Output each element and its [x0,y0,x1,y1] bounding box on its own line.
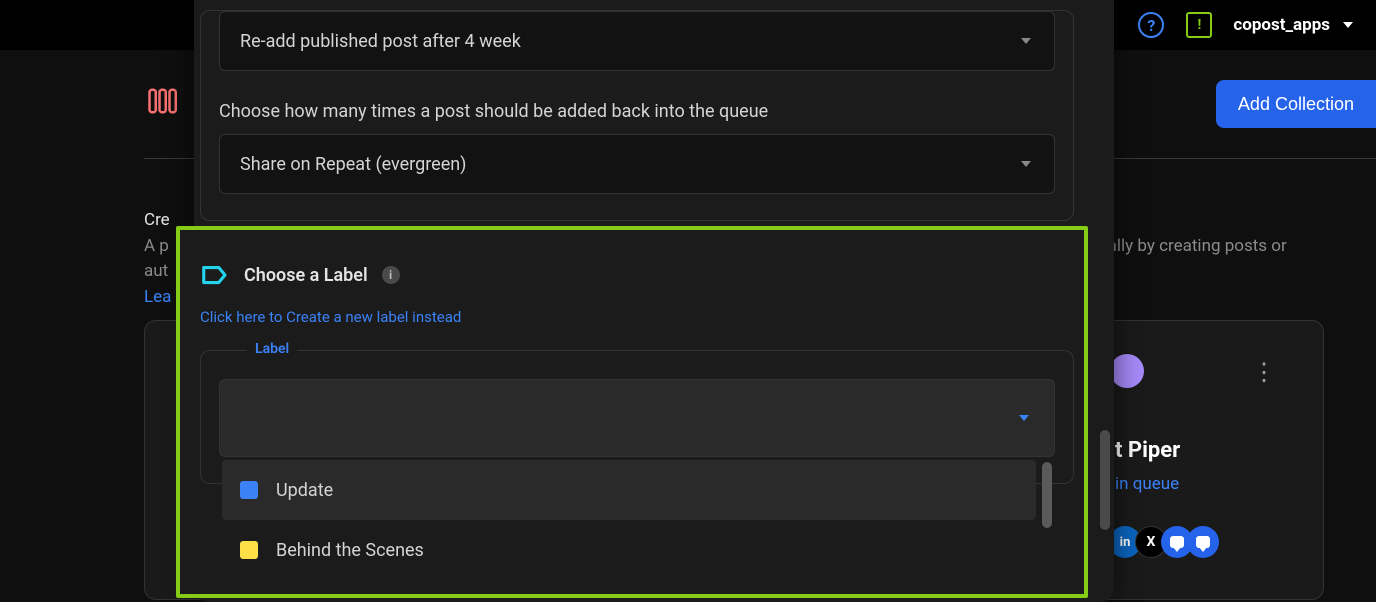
chevron-down-icon [1016,410,1032,426]
add-collection-button[interactable]: Add Collection [1216,80,1376,128]
color-swatch [240,541,258,559]
label-option[interactable]: Update [222,460,1036,520]
create-label-link[interactable]: Click here to Create a new label instead [200,308,1074,326]
learn-more-link[interactable]: Lea [144,287,171,307]
label-options-list: Update Behind the Scenes [222,460,1036,580]
feedback-icon[interactable] [1185,11,1213,39]
modal-dialog: Re-add published post after 4 week Choos… [194,0,1114,602]
options-scrollbar[interactable] [1042,462,1052,528]
card-menu-button[interactable]: ⋮ [1252,358,1276,386]
label-option-text: Update [276,480,333,501]
readd-interval-select[interactable]: Re-add published post after 4 week [219,11,1055,71]
label-floating-label: Label [247,341,297,357]
queue-link[interactable]: in queue [1115,474,1179,494]
help-icon[interactable]: ? [1137,11,1165,39]
collection-title-fragment: t Piper [1115,438,1180,463]
choose-label-section: Choose a Label i Click here to Create a … [200,242,1074,484]
repeat-type-select[interactable]: Share on Repeat (evergreen) [219,134,1055,194]
recycle-section: Re-add published post after 4 week Choos… [200,10,1074,221]
choose-label-title: Choose a Label [244,265,368,286]
chat-icon [1187,526,1219,558]
label-option[interactable]: Behind the Scenes [222,520,1036,580]
avatar [1110,354,1144,388]
account-switcher[interactable]: copost_apps [1233,15,1356,35]
account-name: copost_apps [1233,15,1330,35]
repeat-instruction-label: Choose how many times a post should be a… [219,101,1055,122]
repeat-type-value: Share on Repeat (evergreen) [240,154,466,175]
social-badges: in X [1115,526,1219,558]
color-swatch [240,481,258,499]
label-select[interactable] [219,379,1055,457]
chevron-down-icon [1340,17,1356,33]
readd-interval-value: Re-add published post after 4 week [240,31,521,52]
intro-heading-fragment: Cre [144,210,170,230]
info-icon[interactable]: i [382,266,400,284]
brand-icon[interactable] [147,86,177,116]
label-option-text: Behind the Scenes [276,540,424,561]
chevron-down-icon [1018,33,1034,49]
modal-scrollbar[interactable] [1100,430,1110,530]
chevron-down-icon [1018,156,1034,172]
tag-icon [200,260,230,290]
